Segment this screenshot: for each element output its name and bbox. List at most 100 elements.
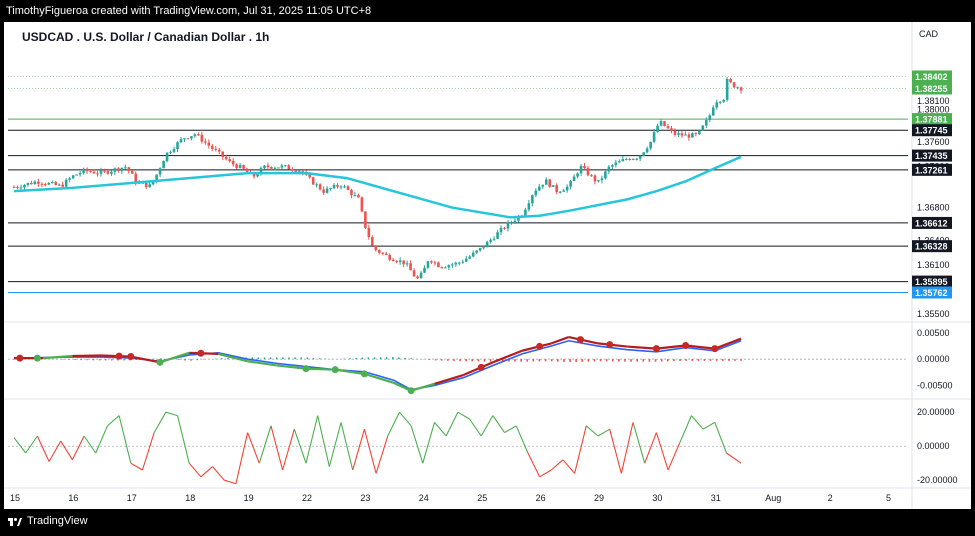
time-tick-label: 16 bbox=[68, 493, 78, 503]
tradingview-logo[interactable]: TradingView bbox=[8, 515, 88, 527]
candle bbox=[423, 265, 426, 273]
candle-body bbox=[670, 128, 673, 131]
candle bbox=[179, 137, 183, 144]
candle-body bbox=[464, 258, 468, 262]
candle bbox=[548, 178, 552, 188]
oscillator-segment bbox=[445, 411, 459, 437]
candle-body bbox=[604, 171, 607, 179]
macd-signal-segment bbox=[305, 367, 336, 371]
candle-body bbox=[405, 263, 409, 265]
candle-body bbox=[169, 151, 172, 153]
oscillator-tick-label: 20.00000 bbox=[917, 407, 955, 417]
candle-body bbox=[54, 182, 58, 185]
candle bbox=[263, 164, 266, 170]
candle-body bbox=[628, 159, 632, 161]
candle-body bbox=[558, 191, 562, 193]
candle-body bbox=[360, 197, 364, 212]
candle-body bbox=[103, 170, 106, 172]
candle-body bbox=[353, 195, 357, 197]
candle-body bbox=[715, 102, 719, 108]
candle bbox=[360, 196, 364, 213]
candle bbox=[402, 260, 405, 267]
macd-signal-segment bbox=[410, 382, 435, 392]
candle bbox=[635, 157, 639, 161]
candle bbox=[336, 183, 339, 189]
candle bbox=[398, 257, 402, 265]
level-label: 1.37881 bbox=[915, 115, 948, 125]
candle-body bbox=[357, 195, 360, 198]
chart-canvas[interactable]: 1.381001.380001.376001.373001.368001.364… bbox=[0, 0, 975, 536]
candle bbox=[96, 170, 99, 177]
candle-body bbox=[437, 262, 440, 268]
oscillator-segment bbox=[492, 415, 506, 433]
time-tick-label: 19 bbox=[244, 493, 254, 503]
candle bbox=[611, 164, 614, 170]
macd-cross-marker bbox=[16, 354, 24, 362]
candle-body bbox=[492, 238, 496, 240]
candle bbox=[701, 125, 705, 131]
candle-body bbox=[322, 189, 325, 193]
oscillator-segment bbox=[585, 425, 599, 437]
oscillator-segment bbox=[95, 425, 108, 454]
candle bbox=[478, 247, 482, 252]
candle-body bbox=[659, 121, 663, 126]
candle-body bbox=[263, 165, 266, 169]
candle bbox=[54, 181, 58, 186]
oscillator-segment bbox=[83, 435, 97, 454]
candle bbox=[624, 157, 628, 161]
candle-body bbox=[395, 261, 398, 263]
oscillator-segment bbox=[679, 415, 692, 444]
candle bbox=[457, 261, 461, 266]
candle-body bbox=[631, 158, 635, 160]
candle bbox=[447, 264, 451, 271]
candle bbox=[698, 130, 701, 135]
candle-body bbox=[698, 130, 701, 135]
candle-body bbox=[339, 186, 343, 188]
candle bbox=[419, 270, 423, 279]
candle-body bbox=[614, 162, 618, 166]
candle-body bbox=[461, 261, 465, 263]
candle-body bbox=[231, 161, 235, 165]
candle-body bbox=[600, 178, 604, 181]
oscillator-segment bbox=[434, 422, 447, 437]
candle bbox=[68, 176, 71, 183]
time-tick-label: 22 bbox=[302, 493, 312, 503]
candle-body bbox=[68, 178, 71, 180]
candle-body bbox=[534, 190, 538, 196]
candle bbox=[736, 86, 739, 90]
oscillator-segment bbox=[71, 435, 85, 461]
candle bbox=[99, 167, 103, 177]
oscillator-segment bbox=[550, 459, 564, 471]
macd-signal-segment bbox=[492, 349, 523, 364]
candle bbox=[204, 138, 207, 145]
oscillator-segment bbox=[270, 425, 284, 471]
candle-body bbox=[444, 267, 447, 269]
candle bbox=[64, 178, 68, 188]
candle bbox=[186, 138, 190, 140]
candle-body bbox=[127, 167, 131, 172]
candle bbox=[496, 229, 499, 240]
level-label: 1.36612 bbox=[915, 218, 948, 228]
candle-body bbox=[684, 134, 687, 136]
time-tick-label: Aug bbox=[765, 493, 781, 503]
candle-body bbox=[364, 211, 367, 228]
candle-body bbox=[475, 250, 478, 253]
candle-body bbox=[718, 101, 722, 103]
candle bbox=[371, 235, 374, 246]
candle-body bbox=[638, 155, 642, 159]
macd-cross-marker bbox=[360, 370, 368, 378]
candle-body bbox=[367, 227, 371, 238]
oscillator-segment bbox=[562, 459, 576, 474]
candle-body bbox=[593, 175, 597, 182]
oscillator-segment bbox=[141, 432, 155, 471]
candle-body bbox=[19, 187, 23, 189]
macd-cross-marker bbox=[407, 387, 415, 395]
candle bbox=[217, 147, 221, 155]
candle-body bbox=[468, 256, 472, 259]
candle-body bbox=[30, 182, 33, 185]
candle-body bbox=[245, 168, 249, 172]
candle bbox=[381, 252, 385, 256]
candle bbox=[677, 130, 680, 138]
candle bbox=[280, 163, 284, 170]
candle bbox=[120, 167, 124, 175]
